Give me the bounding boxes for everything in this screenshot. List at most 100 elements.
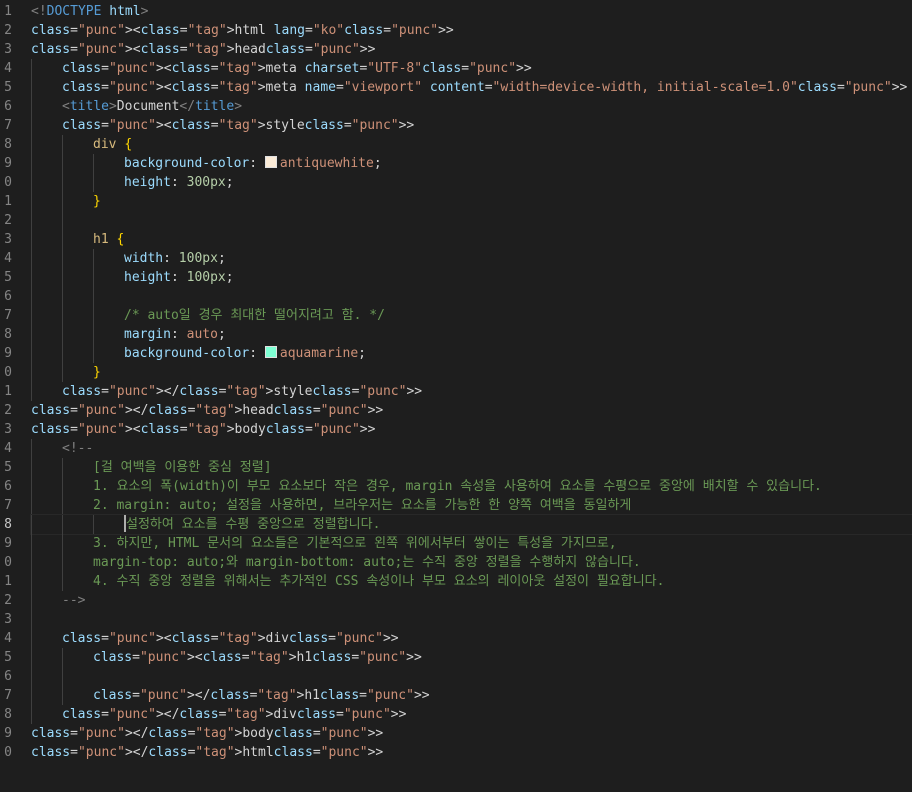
code-line[interactable]: 1. 요소의 폭(width)이 부모 요소보다 작은 경우, margin 속… xyxy=(31,477,912,496)
indent-guide xyxy=(31,211,32,230)
indent-guide xyxy=(93,154,94,173)
code-line[interactable]: background-color: aquamarine; xyxy=(31,344,912,363)
code-text: height: 100px; xyxy=(124,270,234,285)
code-line[interactable]: class="punc"><class="tag">h1class="punc"… xyxy=(31,648,912,667)
code-line[interactable]: } xyxy=(31,192,912,211)
code-line[interactable]: 4. 수직 중앙 정렬을 위해서는 추가적인 CSS 속성이나 부모 요소의 레… xyxy=(31,572,912,591)
indent-guide xyxy=(31,667,32,686)
indent-guide xyxy=(31,705,32,724)
code-line[interactable]: } xyxy=(31,363,912,382)
line-number: 3 xyxy=(4,232,12,247)
indent-guide xyxy=(62,344,63,363)
code-line[interactable]: <!DOCTYPE html> xyxy=(31,2,912,21)
line-number: 7 xyxy=(4,118,12,133)
line-number: 9 xyxy=(4,156,12,171)
code-text: class="punc"></class="tag">h1class="punc… xyxy=(93,688,430,703)
code-line[interactable]: /* auto일 경우 최대한 떨어지려고 함. */ xyxy=(31,306,912,325)
code-text: h1 { xyxy=(93,232,125,247)
code-text: background-color: antiquewhite; xyxy=(124,156,382,171)
code-text: 4. 수직 중앙 정렬을 위해서는 추가적인 CSS 속성이나 부모 요소의 레… xyxy=(93,574,665,589)
code-line[interactable]: h1 { xyxy=(31,230,912,249)
code-line[interactable]: --> xyxy=(31,591,912,610)
code-text: [걸 여백을 이용한 중심 정렬] xyxy=(93,460,272,475)
code-line[interactable]: class="punc"><class="tag">divclass="punc… xyxy=(31,629,912,648)
code-text: class="punc"></class="tag">styleclass="p… xyxy=(62,384,423,399)
indent-guide xyxy=(62,534,63,553)
code-line[interactable] xyxy=(31,211,912,230)
code-line[interactable]: 2. margin: auto; 설정을 사용하면, 브라우저는 요소를 가능한… xyxy=(31,496,912,515)
line-number: 1 xyxy=(4,4,12,19)
indent-guide xyxy=(31,116,32,135)
line-number: 9 xyxy=(4,346,12,361)
code-line[interactable] xyxy=(31,610,912,629)
code-line[interactable]: height: 100px; xyxy=(31,268,912,287)
code-line[interactable]: 3. 하지만, HTML 문서의 요소들은 기본적으로 왼쪽 위에서부터 쌓이는… xyxy=(31,534,912,553)
code-text: margin: auto; xyxy=(124,327,226,342)
code-line[interactable]: height: 300px; xyxy=(31,173,912,192)
indent-guide xyxy=(62,496,63,515)
line-number: 4 xyxy=(4,251,12,266)
code-text: height: 300px; xyxy=(124,175,234,190)
code-text: class="punc"><class="tag">meta name="vie… xyxy=(62,80,908,95)
indent-guide xyxy=(31,249,32,268)
indent-guide xyxy=(62,306,63,325)
code-text: class="punc"><class="tag">styleclass="pu… xyxy=(62,118,415,133)
code-line[interactable]: class="punc"><class="tag">html lang="ko"… xyxy=(31,21,912,40)
code-line[interactable]: <title>Document</title> xyxy=(31,97,912,116)
code-text: --> xyxy=(62,593,86,608)
code-line[interactable]: class="punc"><class="tag">meta name="vie… xyxy=(31,78,912,97)
code-line[interactable]: class="punc"></class="tag">bodyclass="pu… xyxy=(31,724,912,743)
code-area[interactable]: <!DOCTYPE html> class="punc"><class="tag"… xyxy=(30,2,912,792)
code-line[interactable]: background-color: antiquewhite; xyxy=(31,154,912,173)
indent-guide xyxy=(62,515,63,534)
code-line[interactable] xyxy=(31,667,912,686)
code-line[interactable] xyxy=(31,287,912,306)
line-number: 2 xyxy=(4,23,12,38)
indent-guide xyxy=(62,477,63,496)
indent-guide xyxy=(62,173,63,192)
code-line[interactable]: margin-top: auto;와 margin-bottom: auto;는… xyxy=(31,553,912,572)
code-editor[interactable]: 1 2 3 4 5 6 7 8 9 0 1 2 3 4 5 6 7 8 9 0 … xyxy=(0,0,912,792)
code-line[interactable]: [걸 여백을 이용한 중심 정렬] xyxy=(31,458,912,477)
indent-guide xyxy=(31,686,32,705)
code-line[interactable]: <!-- xyxy=(31,439,912,458)
indent-guide xyxy=(31,629,32,648)
code-line[interactable]: class="punc"><class="tag">meta charset="… xyxy=(31,59,912,78)
line-number: 7 xyxy=(4,308,12,323)
indent-guide xyxy=(31,173,32,192)
line-number: 5 xyxy=(4,460,12,475)
code-line[interactable]: class="punc"></class="tag">divclass="pun… xyxy=(31,705,912,724)
line-number: 1 xyxy=(4,574,12,589)
indent-guide xyxy=(31,192,32,211)
code-line[interactable]: class="punc"></class="tag">headclass="pu… xyxy=(31,401,912,420)
code-line[interactable]: class="punc"></class="tag">h1class="punc… xyxy=(31,686,912,705)
code-line[interactable]: width: 100px; xyxy=(31,249,912,268)
line-number: 1 xyxy=(4,384,12,399)
code-text: } xyxy=(93,194,101,209)
code-line[interactable]: 설정하여 요소를 수평 중앙으로 정렬합니다. xyxy=(30,514,912,535)
code-line[interactable]: div { xyxy=(31,135,912,154)
indent-guide xyxy=(62,325,63,344)
indent-guide xyxy=(31,534,32,553)
indent-guide xyxy=(62,648,63,667)
indent-guide xyxy=(31,363,32,382)
line-number: 6 xyxy=(4,479,12,494)
indent-guide xyxy=(62,192,63,211)
indent-guide xyxy=(62,363,63,382)
line-number: 6 xyxy=(4,99,12,114)
code-line[interactable]: margin: auto; xyxy=(31,325,912,344)
code-line[interactable]: class="punc"></class="tag">styleclass="p… xyxy=(31,382,912,401)
indent-guide xyxy=(31,458,32,477)
line-number-active: 8 xyxy=(4,517,12,532)
code-line[interactable]: class="punc"><class="tag">bodyclass="pun… xyxy=(31,420,912,439)
code-text: class="punc"></class="tag">bodyclass="pu… xyxy=(31,726,384,741)
indent-guide xyxy=(62,154,63,173)
indent-guide xyxy=(93,344,94,363)
indent-guide xyxy=(31,230,32,249)
code-text: background-color: aquamarine; xyxy=(124,346,366,361)
code-line[interactable]: class="punc"><class="tag">styleclass="pu… xyxy=(31,116,912,135)
indent-guide xyxy=(62,230,63,249)
code-line[interactable]: class="punc"><class="tag">headclass="pun… xyxy=(31,40,912,59)
code-line[interactable]: class="punc"></class="tag">htmlclass="pu… xyxy=(31,743,912,762)
code-text: } xyxy=(93,365,101,380)
